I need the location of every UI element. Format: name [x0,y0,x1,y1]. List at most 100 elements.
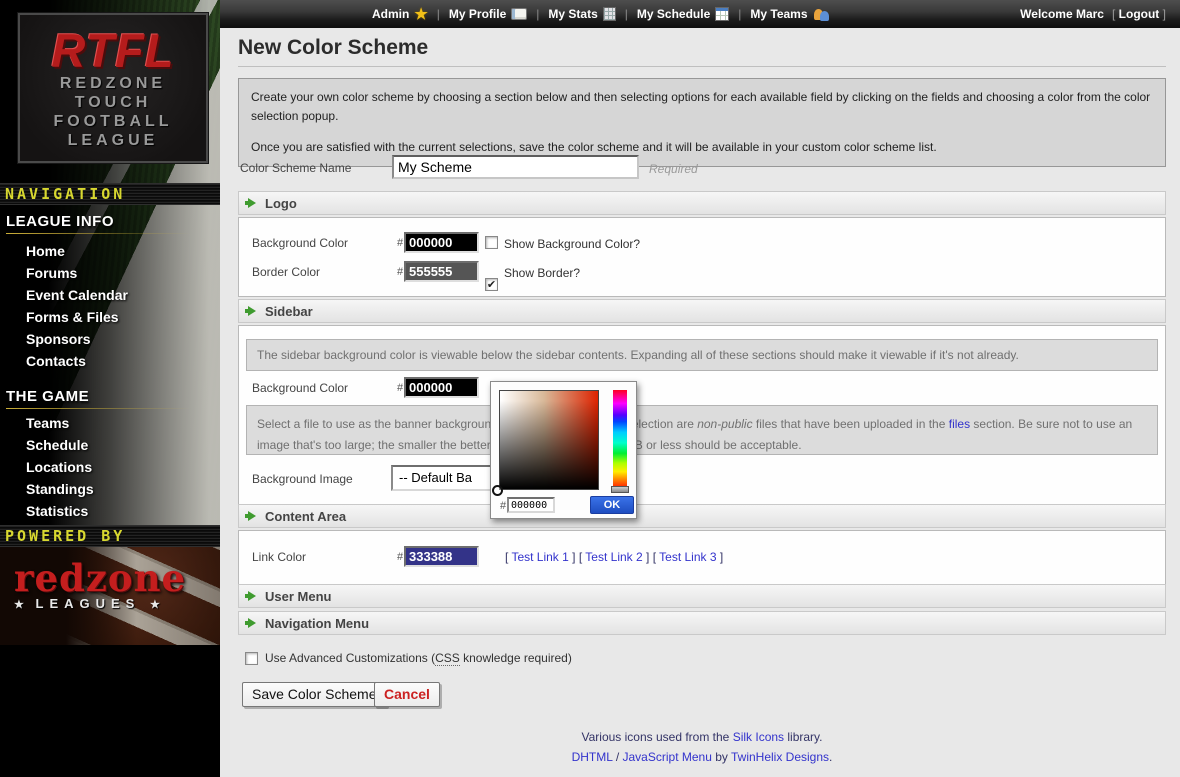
logo-bg-color-swatch[interactable] [404,232,479,253]
sidebar-item-standings[interactable]: Standings [0,478,210,500]
section-header-logo[interactable]: Logo [238,191,1166,215]
league-logo[interactable]: RTFL REDZONE TOUCH FOOTBALL LEAGUE [18,13,208,163]
note-text: section. Be sure not to use an [970,417,1132,431]
sidebar-item-locations[interactable]: Locations [0,456,210,478]
footer-text: . [829,750,832,764]
powered-by-banner: POWERED BY [0,525,220,547]
note-text: KB or less should be acceptable. [627,438,802,452]
checkbox-label-text: Show Border? [504,266,580,280]
logo-section-box [238,217,1166,297]
note-text: image that's too large; the smaller the … [257,438,491,452]
footer-text: Various icons used from the [582,730,733,744]
footer-text: library. [784,730,822,744]
test-link-2[interactable]: Test Link 2 [585,550,642,564]
section-title: Content Area [265,509,346,524]
link-color-swatch[interactable] [404,546,479,567]
note-text: Select a file to use as the banner backg… [257,417,498,431]
expand-arrow-icon [248,618,256,628]
league-logo-line: TOUCH [20,93,206,112]
saturation-value-gradient[interactable] [499,390,599,490]
league-logo-line: REDZONE [20,74,206,93]
group-icon [813,8,830,21]
logout-group: [ Logout ] [1112,7,1166,21]
section-header-sidebar[interactable]: Sidebar [238,299,1166,323]
sidebar-item-teams[interactable]: Teams [0,412,210,434]
show-border-checkbox[interactable]: ✔ [485,278,498,291]
hue-strip[interactable] [613,390,627,486]
menu-separator: | [625,7,628,21]
banner-note-line2: image that's too large; the smaller the … [257,435,1147,456]
gold-underline [6,233,211,234]
picker-hex-input[interactable] [507,497,555,513]
color-scheme-name-input[interactable] [392,155,639,179]
show-bg-color-label: Show Background Color? [504,237,640,251]
section-title: Navigation Menu [265,616,369,631]
test-link-1[interactable]: Test Link 1 [511,550,568,564]
sidebar-item-statistics[interactable]: Statistics [0,500,210,522]
expand-arrow-icon [248,198,256,208]
calculator-icon [603,7,616,21]
top-menu: Admin ★ | My Profile | My Stats | My Sch… [372,5,830,23]
navigation-banner: NAVIGATION [0,183,220,205]
menu-my-teams[interactable]: My Teams [750,7,829,21]
redzone-logo-subtext: ★ LEAGUES ★ [14,596,186,611]
sidebar-item-forums[interactable]: Forums [0,262,210,284]
sidebar-item-event-calendar[interactable]: Event Calendar [0,284,210,306]
picker-ok-button[interactable]: OK [590,496,634,514]
save-button[interactable]: Save Color Scheme [242,682,387,707]
silk-icons-link[interactable]: Silk Icons [733,730,784,744]
dhtml-link[interactable]: DHTML [572,750,613,764]
league-logo-line: LEAGUE [20,131,206,150]
menu-my-schedule-label: My Schedule [637,7,710,21]
section-header-user-menu[interactable]: User Menu [238,584,1166,608]
calendar-icon [715,7,729,21]
advanced-customizations-checkbox[interactable] [245,652,258,665]
label-text: knowledge required) [460,651,572,665]
sidebar-note: The sidebar background color is viewable… [246,339,1158,371]
menu-my-profile[interactable]: My Profile [449,7,527,21]
section-title: User Menu [265,589,331,604]
hash-sign: # [397,551,403,563]
logout-link[interactable]: Logout [1119,7,1160,21]
menu-my-schedule[interactable]: My Schedule [637,7,729,21]
hash-sign: # [397,266,403,278]
menu-my-stats[interactable]: My Stats [548,7,615,21]
sidebar-item-forms-files[interactable]: Forms & Files [0,306,210,328]
sidebar-item-schedule[interactable]: Schedule [0,434,210,456]
files-link[interactable]: files [949,417,970,431]
link-color-label: Link Color [252,550,306,564]
hue-slider-handle[interactable] [611,486,629,493]
redzone-leagues-logo[interactable]: redzone ★ LEAGUES ★ [14,560,186,611]
hash-sign: # [397,382,403,394]
cancel-button[interactable]: Cancel [374,682,440,707]
intro-paragraph-2: Once you are satisfied with the current … [251,138,1153,157]
page-title: New Color Scheme [238,36,428,60]
advanced-customizations-row: Use Advanced Customizations (CSS knowled… [245,651,572,665]
logo-border-color-swatch[interactable] [404,261,479,282]
test-link-3[interactable]: Test Link 3 [659,550,716,564]
bracket: ] [569,550,576,564]
intro-infobox: Create your own color scheme by choosing… [238,78,1166,167]
background-image-label: Background Image [252,472,353,486]
section-title: Logo [265,196,297,211]
sidebar-item-home[interactable]: Home [0,240,210,262]
nav-section-league-info: LEAGUE INFO [6,213,211,234]
menu-separator: | [437,7,440,21]
checkbox-label-text: Show Background Color? [504,237,640,251]
sidebar-item-contacts[interactable]: Contacts [0,350,210,372]
page: Admin ★ | My Profile | My Stats | My Sch… [0,0,1180,777]
javascript-menu-link[interactable]: JavaScript Menu [623,750,712,764]
label-text: Use Advanced Customizations ( [265,651,435,665]
section-header-content-area[interactable]: Content Area [238,504,1166,528]
color-selection-marker[interactable] [492,485,503,496]
menu-admin-label: Admin [372,7,409,21]
section-header-navigation-menu[interactable]: Navigation Menu [238,611,1166,635]
sidebar-item-sponsors[interactable]: Sponsors [0,328,210,350]
sidebar-bg-color-swatch[interactable] [404,377,479,398]
nav-section-title: THE GAME [6,388,89,405]
nav-section-title: LEAGUE INFO [6,213,114,230]
twinhelix-link[interactable]: TwinHelix Designs [731,750,829,764]
menu-admin[interactable]: Admin ★ [372,5,428,23]
footer-credits-menu: DHTML / JavaScript Menu by TwinHelix Des… [238,750,1166,764]
show-bg-color-checkbox[interactable] [485,236,498,249]
